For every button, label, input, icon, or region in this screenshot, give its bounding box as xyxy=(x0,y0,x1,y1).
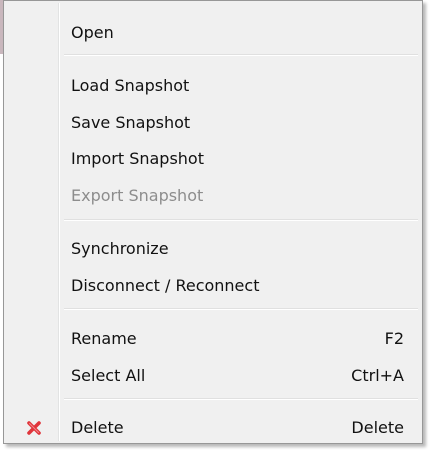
menu-item-label: Select All xyxy=(71,366,146,385)
menu-item-shortcut: Delete xyxy=(351,418,404,437)
menu-item-label: Export Snapshot xyxy=(71,186,204,205)
menu-item-label: Import Snapshot xyxy=(71,149,204,168)
menu-item-shortcut: F2 xyxy=(384,329,404,348)
menu-item-export-snapshot[interactable]: Export Snapshot xyxy=(6,181,420,211)
menu-item-disconnect-reconnect[interactable]: Disconnect / Reconnect xyxy=(6,271,420,301)
menu-item-delete[interactable]: Delete Delete xyxy=(6,413,420,443)
menu-item-label: Disconnect / Reconnect xyxy=(71,276,260,295)
menu-item-label: Synchronize xyxy=(71,239,169,258)
menu-item-rename[interactable]: Rename F2 xyxy=(6,324,420,354)
menu-item-shortcut: Ctrl+A xyxy=(351,366,404,385)
menu-item-label: Rename xyxy=(71,329,137,348)
menu-item-open[interactable]: Open xyxy=(6,18,420,48)
menu-item-label: Open xyxy=(71,23,114,42)
red-x-icon xyxy=(27,421,41,435)
menu-item-label: Load Snapshot xyxy=(71,76,190,95)
menu-separator xyxy=(64,398,418,400)
menu-separator xyxy=(64,54,418,56)
menu-item-import-snapshot[interactable]: Import Snapshot xyxy=(6,144,420,174)
menu-item-label: Save Snapshot xyxy=(71,113,191,132)
menu-separator xyxy=(64,308,418,310)
context-menu: Open Load Snapshot Save Snapshot Import … xyxy=(3,0,423,444)
menu-item-label: Delete xyxy=(71,418,124,437)
menu-separator xyxy=(64,219,418,221)
menu-item-save-snapshot[interactable]: Save Snapshot xyxy=(6,108,420,138)
menu-item-select-all[interactable]: Select All Ctrl+A xyxy=(6,361,420,391)
menu-item-synchronize[interactable]: Synchronize xyxy=(6,234,420,264)
menu-item-load-snapshot[interactable]: Load Snapshot xyxy=(6,71,420,101)
